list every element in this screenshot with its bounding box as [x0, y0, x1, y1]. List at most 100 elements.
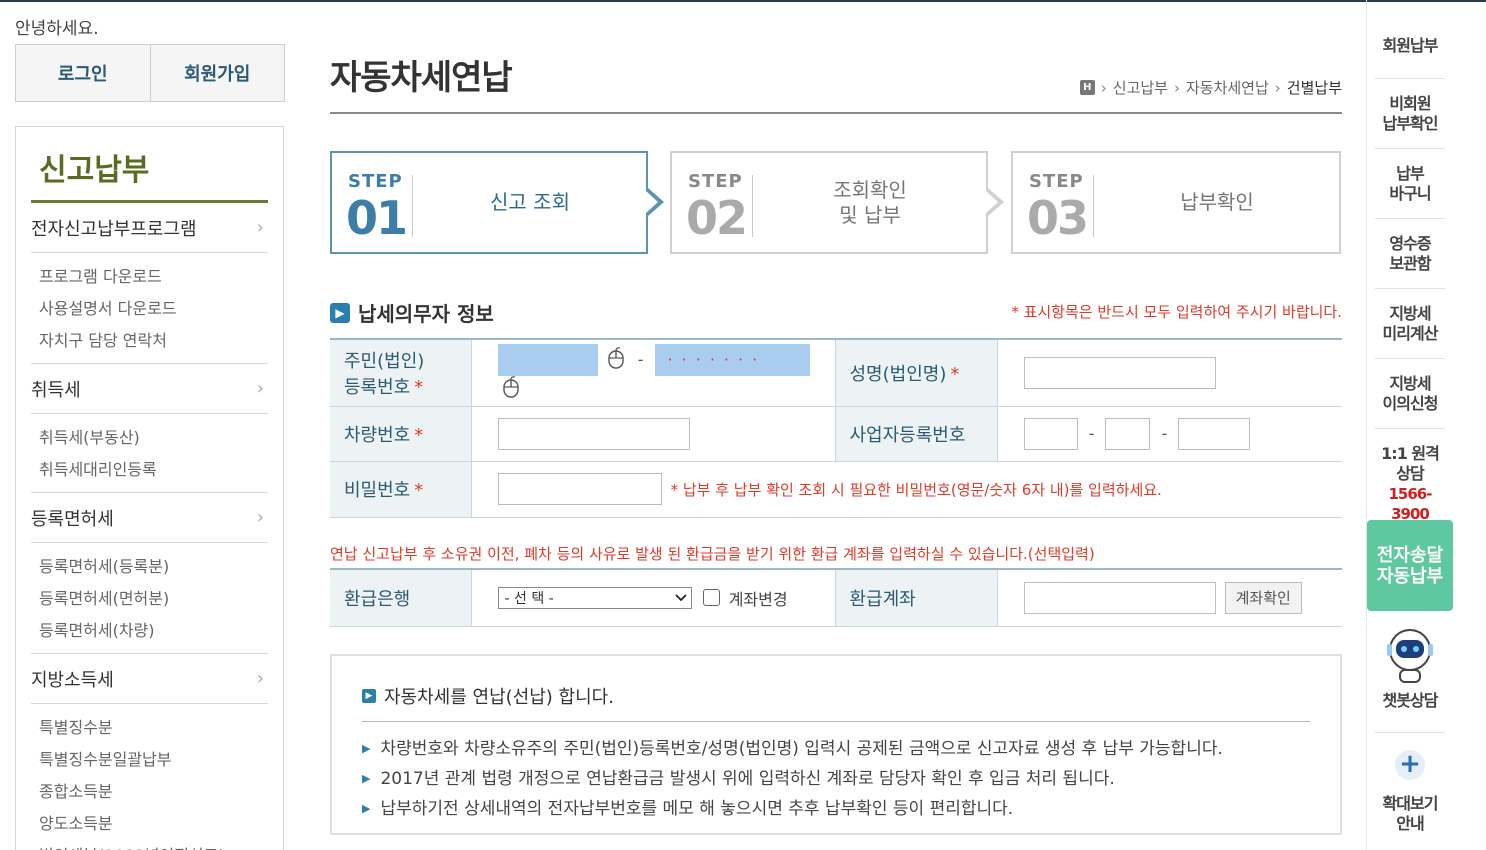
step-divider — [412, 175, 413, 237]
rrn-back-input[interactable]: ······· — [654, 343, 810, 376]
sidebar-item[interactable]: 프로그램 다운로드 — [39, 261, 268, 293]
step-text: 조회확인 및 납부 — [754, 153, 986, 252]
step-label: STEP — [1029, 171, 1084, 192]
quick-appeal[interactable]: 지방세 이의신청 — [1375, 374, 1445, 414]
sidebar-item[interactable]: 양도소득분 — [39, 808, 268, 840]
refund-account-cell: 계좌확인 — [997, 569, 1342, 627]
sidebar-item[interactable]: 등록면허세(등록분) — [39, 551, 268, 583]
chevron-down-icon — [674, 594, 687, 602]
password-input[interactable] — [497, 473, 662, 505]
form-row: 환급은행 - 선 택 - 계좌변경 환급계좌 계좌확인 — [330, 569, 1342, 627]
quick-phone: 1566-3900 — [1388, 485, 1433, 523]
sidebar-item[interactable]: 등록면허세(차량) — [39, 615, 268, 647]
required-star: * — [414, 480, 424, 501]
quick-basket[interactable]: 납부 바구니 — [1375, 164, 1445, 204]
quick-label: 상담 — [1396, 464, 1424, 483]
sidebar-category-program[interactable]: 전자신고납부프로그램 › — [31, 203, 268, 253]
sidebar-category-local-income-tax[interactable]: 지방소득세 › — [31, 654, 268, 704]
login-button[interactable]: 로그인 — [16, 45, 150, 101]
biz-number-input-1[interactable] — [1023, 417, 1078, 450]
quick-label: 미리계산 — [1382, 324, 1439, 343]
chevron-right-icon: › — [256, 378, 264, 399]
taxpayer-form: 주민(법인) 등록번호 * - ······· 성명(법인명) * 차량번호 * 사업… — [330, 338, 1342, 518]
page-title: 자동차세연납 — [330, 58, 513, 98]
password-note: * 납부 후 납부 확인 조회 시 필요한 비밀번호(영문/숫자 6자 내)를 … — [670, 480, 1162, 499]
bullet-arrow-icon: ▶ — [362, 772, 371, 785]
refund-account-input[interactable] — [1023, 581, 1216, 614]
quick-label: 전자송달 — [1376, 544, 1444, 566]
info-title: 자동차세를 연납(선납) 합니다. — [384, 687, 614, 708]
sidebar-item[interactable]: 자치구 담당 연락처 — [39, 325, 268, 357]
auth-box: 로그인 회원가입 — [15, 44, 285, 102]
quick-label: 비회원 — [1389, 94, 1431, 113]
rrn-cell: - ······· — [471, 339, 836, 407]
sidebar-subitems: 프로그램 다운로드 사용설명서 다운로드 자치구 담당 연락처 — [31, 253, 268, 364]
quick-label: 안내 — [1396, 814, 1424, 833]
sidebar-item[interactable]: 특별징수분일괄납부 — [39, 744, 268, 776]
quick-chatbot[interactable]: 챗봇상담 — [1375, 624, 1445, 711]
plus-icon[interactable]: + — [1395, 750, 1425, 780]
sidebar-category-label: 지방소득세 — [31, 669, 114, 691]
breadcrumb-item[interactable]: 자동차세연납 — [1186, 77, 1269, 98]
step-number: 02 — [686, 191, 748, 245]
home-icon[interactable]: H — [1079, 80, 1095, 95]
arrow-right-icon: ▶ — [362, 689, 376, 703]
mouse-icon[interactable] — [502, 375, 520, 402]
biz-number-input-2[interactable] — [1105, 417, 1151, 450]
quick-divider — [1375, 148, 1445, 149]
quick-divider — [1375, 428, 1445, 429]
sidebar-item[interactable]: 사용설명서 다운로드 — [39, 293, 268, 325]
title-divider — [330, 112, 1342, 114]
quick-tax-calc[interactable]: 지방세 미리계산 — [1375, 304, 1445, 344]
refund-bank-cell: - 선 택 - 계좌변경 — [471, 569, 836, 627]
quick-label: 회원납부 — [1382, 36, 1439, 55]
sidebar-item[interactable]: 취득세대리인등록 — [39, 454, 268, 486]
password-label: 비밀번호 * — [330, 461, 472, 518]
quick-divider — [1375, 288, 1445, 289]
account-change-checkbox[interactable] — [702, 589, 720, 607]
refund-bank-label: 환급은행 — [330, 569, 472, 627]
sidebar-item[interactable]: 취득세(부동산) — [39, 422, 268, 454]
quick-edelivery-autopay[interactable]: 전자송달 자동납부 — [1367, 520, 1453, 611]
sidebar-item[interactable]: 법인세분(2013년이전신고) — [39, 840, 268, 850]
quick-divider — [1375, 732, 1445, 733]
biz-cell: - - — [997, 406, 1342, 462]
name-input[interactable] — [1023, 356, 1216, 389]
car-number-input[interactable] — [497, 417, 690, 450]
quick-zoom-guide[interactable]: 확대보기 안내 — [1375, 794, 1445, 834]
quick-label: 1:1 원격 — [1381, 444, 1440, 463]
chevron-right-icon: › — [256, 217, 264, 238]
quick-remote-consult[interactable]: 1:1 원격 상담 1566-3900 — [1375, 444, 1445, 524]
step-number: 03 — [1027, 191, 1089, 245]
sidebar-category-acquisition-tax[interactable]: 취득세 › — [31, 364, 268, 414]
step-label: STEP — [348, 171, 403, 192]
sidebar-item[interactable]: 특별징수분 — [39, 712, 268, 744]
sidebar-category-registration-tax[interactable]: 등록면허세 › — [31, 493, 268, 543]
car-label: 차량번호 * — [330, 406, 472, 462]
quick-receipt[interactable]: 영수증 보관함 — [1375, 234, 1445, 274]
sidebar-category-label: 등록면허세 — [31, 508, 114, 530]
sidebar-category-label: 전자신고납부프로그램 — [31, 218, 197, 240]
bank-select[interactable]: - 선 택 - — [497, 586, 692, 609]
greeting-text: 안녕하세요. — [15, 19, 99, 39]
breadcrumb-item[interactable]: 신고납부 — [1113, 77, 1168, 98]
quick-member-payment[interactable]: 회원납부 — [1375, 36, 1445, 56]
chevron-right-icon: › — [1100, 78, 1107, 97]
chevron-right-icon: › — [1173, 78, 1180, 97]
breadcrumb-current: 건별납부 — [1286, 79, 1342, 97]
quick-nonmember-check[interactable]: 비회원 납부확인 — [1375, 94, 1445, 134]
quick-label: 보관함 — [1389, 254, 1431, 273]
join-button[interactable]: 회원가입 — [149, 45, 285, 101]
verify-account-button[interactable]: 계좌확인 — [1224, 581, 1302, 614]
list-item-text: 2017년 관계 법령 개정으로 연납환급금 발생시 위에 입력하신 계좌로 담… — [380, 769, 1115, 789]
rrn-front-input[interactable] — [497, 343, 598, 376]
sidebar-item[interactable]: 종합소득분 — [39, 776, 268, 808]
sidebar-title: 신고납부 — [31, 145, 268, 203]
biz-number-input-3[interactable] — [1178, 417, 1251, 450]
sidebar-item[interactable]: 등록면허세(면허분) — [39, 583, 268, 615]
step-title: 및 납부 — [839, 202, 901, 227]
step-arrow-inner — [986, 191, 998, 213]
quick-label: 확대보기 — [1382, 794, 1439, 813]
mouse-icon[interactable] — [607, 346, 625, 373]
list-item: ▶ 차량번호와 차량소유주의 주민(법인)등록번호/성명(법인명) 입력시 공제된… — [362, 734, 1310, 764]
